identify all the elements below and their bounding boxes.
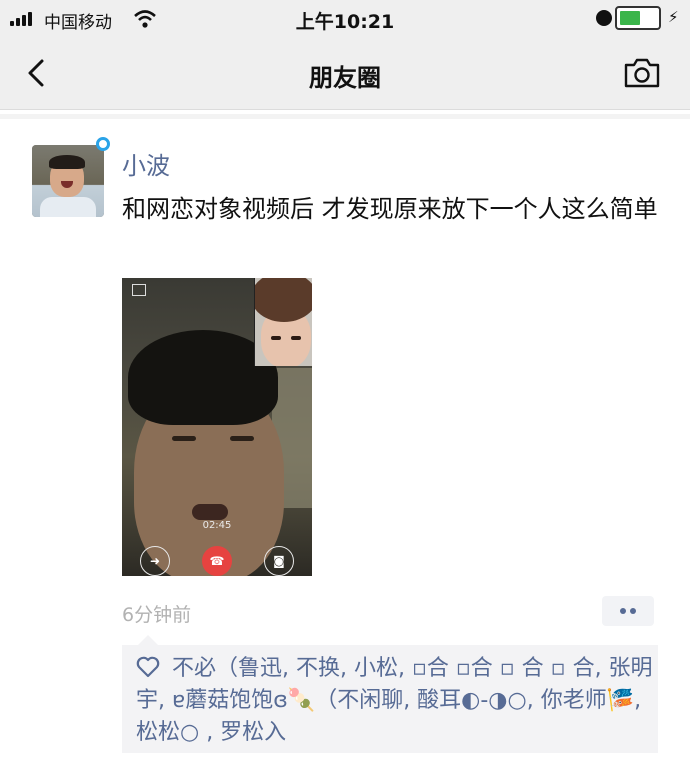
post-text: 和网恋对象视频后 才发现原来放下一个人这么简单 [122,195,658,223]
hang-up-icon: ☎ [202,546,232,576]
likes-list[interactable]: 不必（鲁迅, 不换, 小松, ▫合 ▫合 ▫ 合 ▫ 合, 张明宇, ɐ蘑菇饱饱… [136,653,656,749]
switch-audio-icon: ➜ [140,546,170,576]
likes-box: 不必（鲁迅, 不换, 小松, ▫合 ▫合 ▫ 合 ▫ 合, 张明宇, ɐ蘑菇饱饱… [122,635,658,753]
battery-icon [615,6,661,30]
switch-camera-icon: ◙ [264,546,294,576]
more-actions-button[interactable] [602,596,654,626]
pip-video [254,278,312,366]
camera-icon[interactable] [622,56,662,90]
status-ring-icon [96,137,110,151]
page-title: 朋友圈 [309,64,381,92]
status-bar: 中国移动 上午10:21 ⚡ [0,0,690,38]
call-duration: 02:45 [202,520,232,531]
alarm-icon [596,10,612,26]
status-time: 上午10:21 [295,11,395,33]
navigation-bar: 朋友圈 [0,38,690,110]
charging-icon: ⚡ [668,8,679,26]
avatar[interactable] [32,145,104,217]
divider [0,114,690,119]
minimize-icon [132,284,146,296]
post-time: 6分钟前 [122,604,192,626]
post-username[interactable]: 小波 [122,146,170,181]
post-image[interactable]: 02:45 ➜ ☎ ◙ [122,278,312,576]
